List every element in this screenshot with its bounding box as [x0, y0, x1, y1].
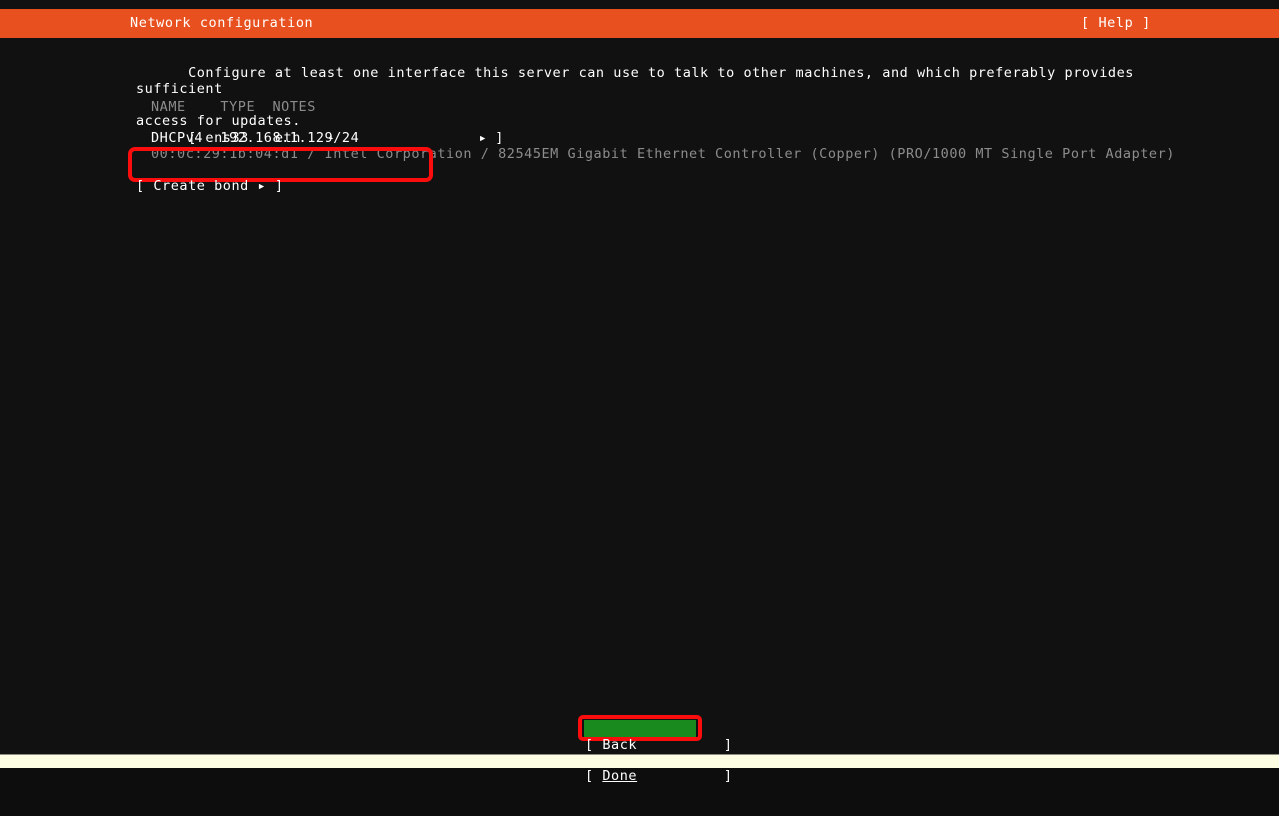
done-button-label: Done: [602, 768, 638, 784]
create-bond-button[interactable]: [ Create bond ▸ ]: [136, 178, 284, 194]
main-content: Configure at least one interface this se…: [0, 38, 1279, 755]
description-line-1: Configure at least one interface this se…: [136, 65, 1143, 97]
interface-ip-detail: DHCPv4 192.168.1.129/24: [151, 130, 360, 146]
done-open-bracket: [: [585, 768, 603, 784]
chevron-right-icon: ▸: [478, 130, 488, 146]
done-button[interactable]: [ Done ]: [584, 720, 732, 784]
interface-row-close-bracket: ]: [495, 130, 504, 146]
terminal-screen: Network configuration [ Help ] Configure…: [0, 0, 1279, 784]
bottom-cream-strip: [0, 755, 1279, 768]
app-header-bar: Network configuration [ Help ]: [0, 9, 1279, 38]
help-button[interactable]: [ Help ]: [1081, 15, 1151, 31]
done-button-text: [ Done ]: [584, 768, 732, 784]
page-title: Network configuration: [130, 15, 314, 31]
done-close-bracket: ]: [637, 768, 733, 784]
interfaces-table-header: NAME TYPE NOTES: [151, 99, 316, 115]
interface-hardware-detail: 00:0c:29:1b:04:d1 / Intel Corporation / …: [151, 146, 1175, 162]
back-button[interactable]: [ Back ]: [585, 737, 733, 753]
top-black-strip: [0, 0, 1279, 9]
done-button-highlight: [584, 720, 696, 737]
